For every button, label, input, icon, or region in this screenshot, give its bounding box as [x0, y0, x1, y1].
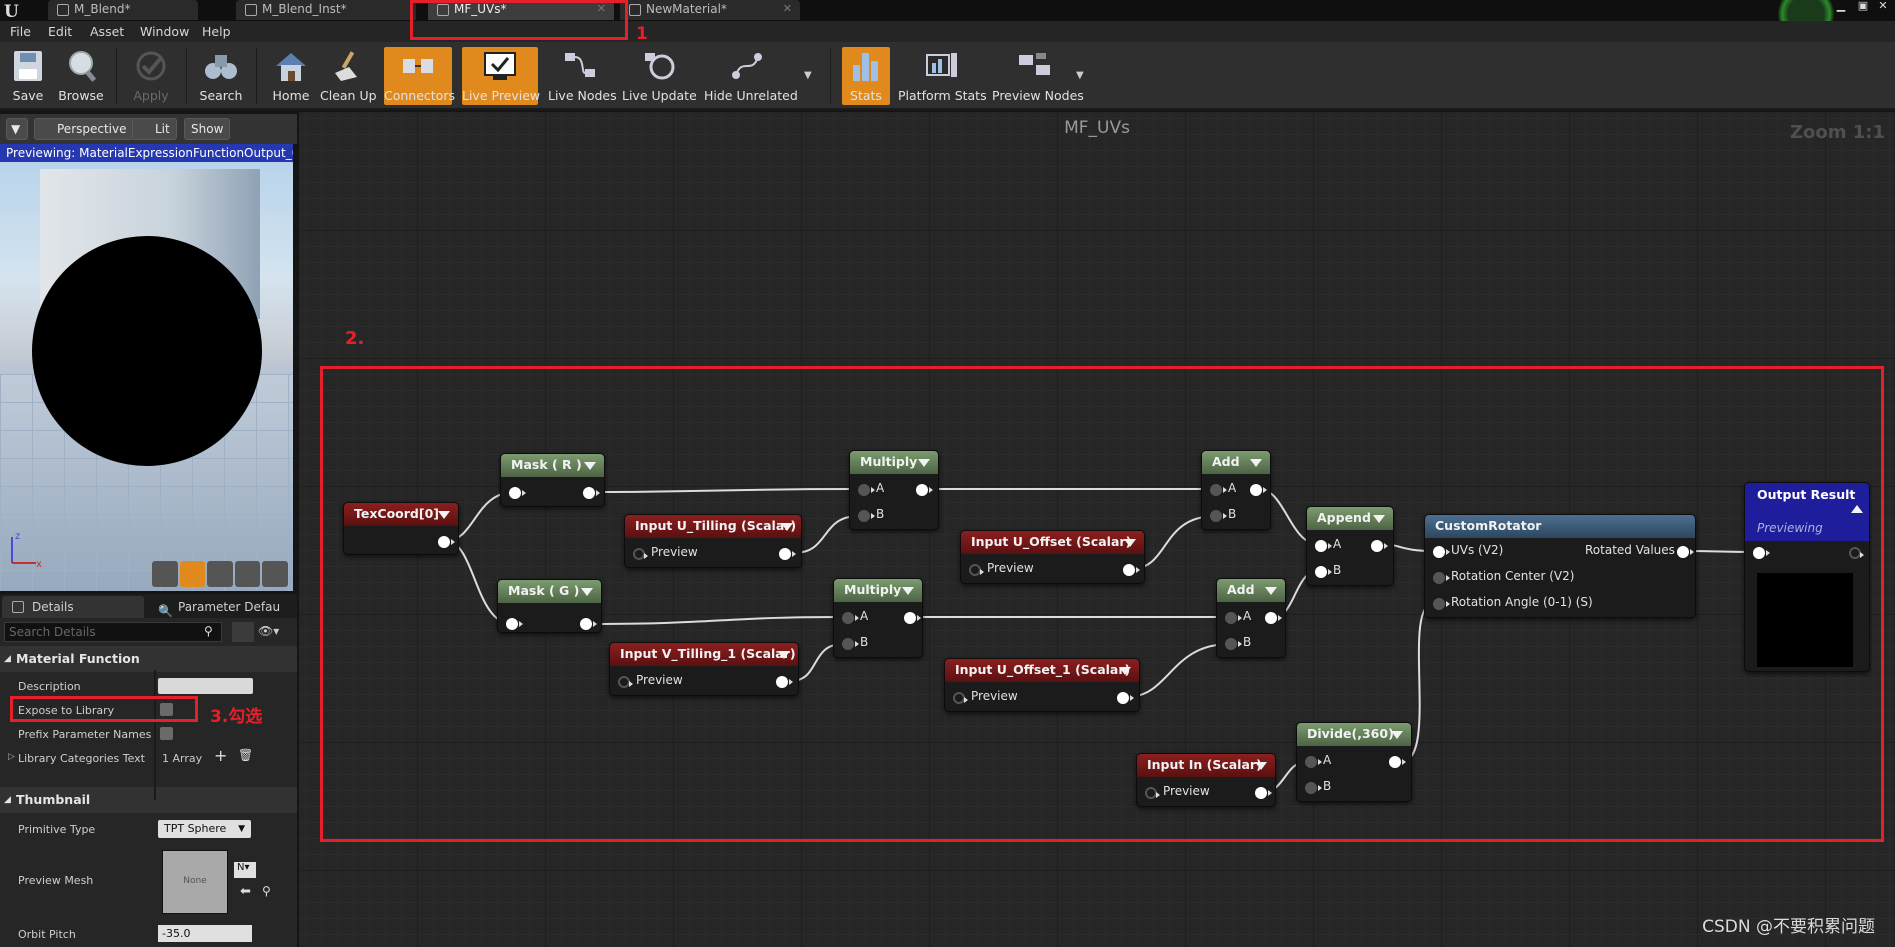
annotation-box-graph — [320, 366, 1884, 842]
annotation-box-expose — [10, 696, 198, 722]
watermark: CSDN @不要积累问题 — [1702, 917, 1875, 937]
annotation-label-1: 1 — [636, 24, 648, 44]
annotation-label-2: 2. — [345, 328, 365, 349]
annotation-box-tab — [410, 0, 628, 40]
annotation-label-3: 3.勾选 — [210, 707, 263, 727]
